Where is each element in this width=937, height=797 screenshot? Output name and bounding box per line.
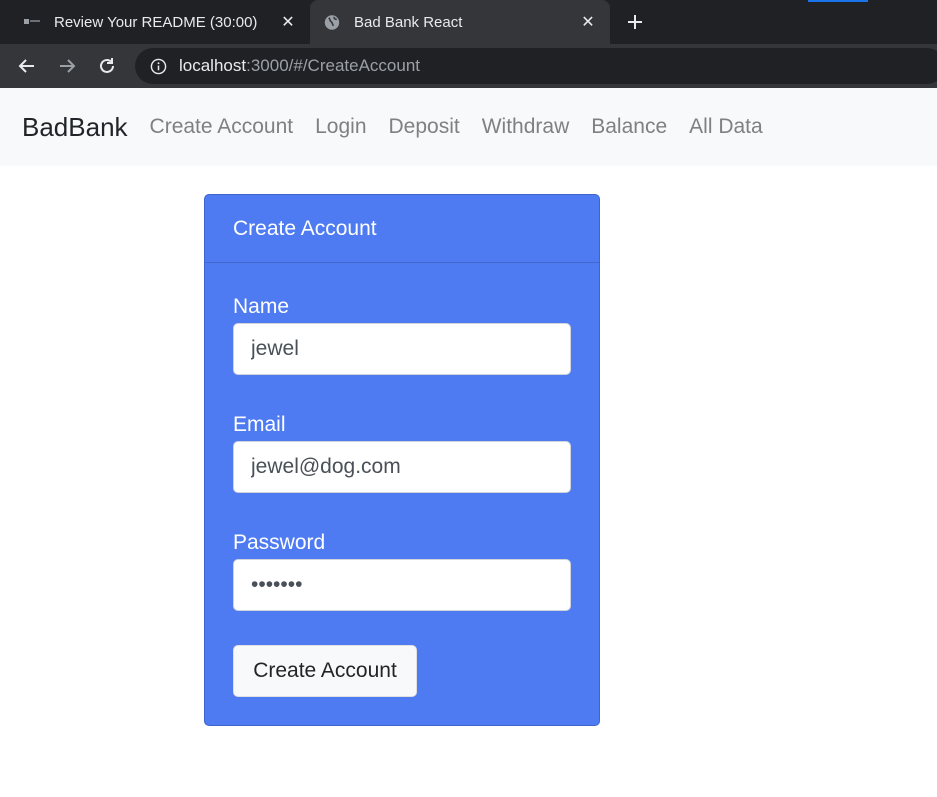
browser-tab-strip: Review Your README (30:00) ✕ Bad Bank Re… <box>0 0 937 44</box>
password-input[interactable] <box>233 559 571 611</box>
app-navbar: BadBank Create Account Login Deposit Wit… <box>0 88 937 166</box>
site-favicon-icon <box>24 14 40 30</box>
nav-link-create-account[interactable]: Create Account <box>150 115 294 139</box>
nav-link-all-data[interactable]: All Data <box>689 115 763 139</box>
email-label: Email <box>233 413 286 436</box>
tab-title: Review Your README (30:00) <box>54 13 258 31</box>
browser-tab-badbank[interactable]: Bad Bank React ✕ <box>310 0 610 44</box>
name-label: Name <box>233 295 290 318</box>
create-account-card: Create Account Name Email Password Creat… <box>204 194 600 726</box>
browser-toolbar: localhost:3000/#/CreateAccount <box>0 44 937 88</box>
nav-link-login[interactable]: Login <box>315 115 366 139</box>
url-path: :3000/#/CreateAccount <box>246 56 421 75</box>
brand-link[interactable]: BadBank <box>22 112 128 143</box>
info-icon[interactable] <box>149 57 167 75</box>
url-host: localhost <box>179 56 247 75</box>
url-text: localhost:3000/#/CreateAccount <box>179 56 420 76</box>
nav-link-balance[interactable]: Balance <box>591 115 667 139</box>
tab-accent-bar <box>808 0 868 2</box>
nav-link-deposit[interactable]: Deposit <box>389 115 460 139</box>
new-tab-icon[interactable] <box>620 8 650 36</box>
close-tab-icon[interactable]: ✕ <box>576 10 600 34</box>
reload-icon[interactable] <box>93 52 121 80</box>
close-tab-icon[interactable]: ✕ <box>276 10 300 34</box>
create-account-button[interactable]: Create Account <box>233 645 417 697</box>
card-header: Create Account <box>205 195 599 263</box>
card-body: Name Email Password Create Account <box>205 295 599 697</box>
password-label: Password <box>233 531 326 554</box>
forward-arrow-icon[interactable] <box>53 52 81 80</box>
tab-title: Bad Bank React <box>354 13 463 31</box>
address-bar[interactable]: localhost:3000/#/CreateAccount <box>135 48 937 84</box>
back-arrow-icon[interactable] <box>13 52 41 80</box>
name-input[interactable] <box>233 323 571 375</box>
nav-link-withdraw[interactable]: Withdraw <box>482 115 570 139</box>
globe-icon <box>324 14 340 30</box>
browser-tab-readme[interactable]: Review Your README (30:00) ✕ <box>10 0 310 44</box>
email-input[interactable] <box>233 441 571 493</box>
